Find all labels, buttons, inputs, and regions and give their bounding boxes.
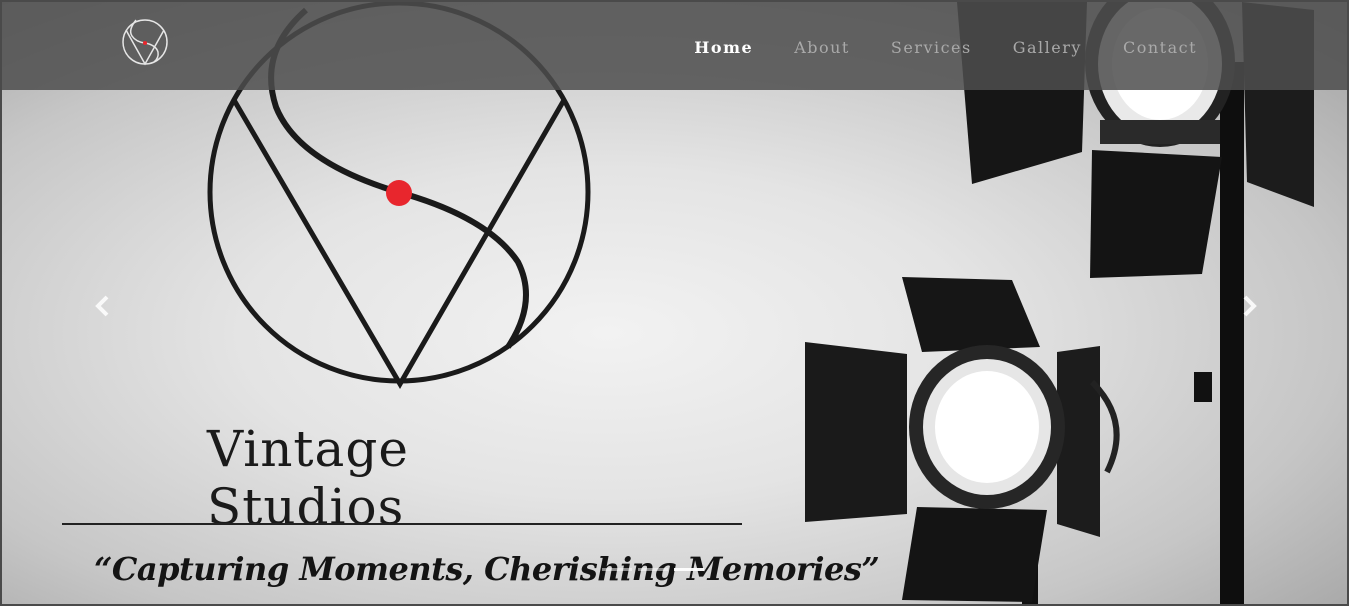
nav-link-about[interactable]: About: [794, 38, 850, 57]
hero-carousel: Vintage Studios “Capturing Moments, Cher…: [0, 0, 1349, 606]
tagline: “Capturing Moments, Cherishing Memories”: [94, 550, 880, 588]
nav-menu: Home About Services Gallery Contact: [694, 38, 1197, 57]
nav-link-contact[interactable]: Contact: [1123, 38, 1197, 57]
divider-line: [62, 523, 742, 525]
nav-link-gallery[interactable]: Gallery: [1013, 38, 1082, 57]
chevron-right-icon: [1243, 295, 1257, 317]
carousel-indicator[interactable]: [674, 568, 704, 571]
nav-link-services[interactable]: Services: [891, 38, 972, 57]
carousel-indicator[interactable]: [602, 568, 632, 571]
carousel-indicators: [602, 568, 704, 571]
carousel-prev-button[interactable]: [88, 290, 118, 322]
brand-name: Vintage Studios: [207, 420, 409, 536]
carousel-next-button[interactable]: [1234, 290, 1264, 322]
site-logo[interactable]: [118, 16, 174, 80]
carousel-indicator[interactable]: [638, 568, 668, 571]
nav-link-home[interactable]: Home: [694, 38, 753, 57]
chevron-left-icon: [95, 295, 109, 317]
top-navbar: Home About Services Gallery Contact: [2, 2, 1347, 90]
